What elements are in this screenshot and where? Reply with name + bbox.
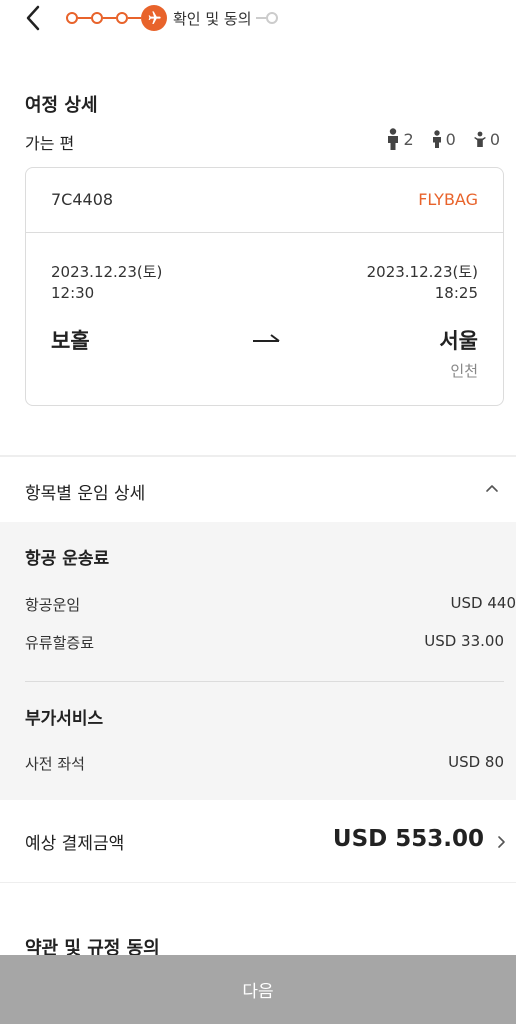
infant-icon [474, 131, 486, 147]
chevron-up-icon [486, 485, 498, 492]
flight-number: 7C4408 [51, 190, 114, 209]
fare-group-title: 부가서비스 [25, 709, 104, 729]
child-count: 0 [432, 130, 456, 149]
fare-row-label: 사전 좌석 [25, 755, 85, 773]
adult-count-value: 2 [403, 129, 414, 149]
next-button[interactable]: 다음 [0, 955, 516, 1024]
child-count-value: 0 [445, 129, 456, 149]
flight-card-header: 7C4408 FLYBAG [26, 168, 503, 233]
fare-row-value: USD 440 [450, 594, 516, 612]
flight-card: 7C4408 FLYBAG 2023.12.23(토) 12:30 2023.1… [25, 167, 504, 406]
direction-label: 가는 편 [25, 134, 75, 153]
infant-count: 0 [474, 130, 500, 149]
header: 확인 및 동의 [0, 0, 516, 40]
step-connector-pending [255, 17, 266, 19]
step-connector [78, 17, 91, 19]
adult-count: 2 [387, 128, 414, 150]
step-progress: 확인 및 동의 [66, 4, 278, 32]
step-connector [128, 17, 141, 19]
arrival-date: 2023.12.23(토) [366, 263, 478, 281]
route-arrow-icon [253, 334, 280, 342]
fare-row-label: 유류할증료 [25, 634, 95, 652]
arrival-airport: 인천 [450, 362, 478, 380]
step-connector [103, 17, 116, 19]
infant-count-value: 0 [489, 129, 500, 149]
fare-group-title: 항공 운송료 [25, 549, 110, 569]
step-dot-completed [66, 12, 78, 24]
step-current [141, 5, 167, 31]
step-dot-completed [116, 12, 128, 24]
arrival-time: 18:25 [434, 284, 478, 302]
departure-time: 12:30 [51, 284, 95, 302]
fare-row-label: 항공운임 [25, 596, 81, 614]
fare-row-value: USD 33.00 [424, 632, 504, 650]
step-dot-pending [265, 12, 278, 24]
fare-details-panel: 항공 운송료 항공운임 USD 440 유류할증료 USD 33.00 부가서비… [0, 522, 516, 800]
itinerary-title: 여정 상세 [25, 95, 98, 116]
step-dot-completed [91, 12, 103, 24]
section-divider [0, 455, 516, 457]
back-button[interactable] [22, 4, 46, 32]
arrival-city: 서울 [439, 329, 478, 353]
fare-type-badge: FLYBAG [418, 190, 478, 209]
adult-icon [388, 128, 399, 150]
fare-row-value: USD 80 [448, 753, 504, 771]
chevron-right-icon [498, 836, 505, 848]
fare-group-divider [25, 681, 504, 682]
step-label: 확인 및 동의 [173, 9, 252, 28]
total-label: 예상 결제금액 [25, 834, 125, 854]
section-divider [0, 882, 516, 883]
passenger-counts: 2 0 0 [373, 128, 500, 150]
child-icon [432, 130, 441, 148]
fare-details-title: 항목별 운임 상세 [25, 484, 146, 504]
airplane-icon [148, 11, 161, 24]
total-value: USD 553.00 [332, 826, 484, 852]
departure-date: 2023.12.23(토) [51, 263, 163, 281]
departure-city: 보홀 [51, 329, 90, 353]
chevron-left-icon [26, 5, 40, 31]
